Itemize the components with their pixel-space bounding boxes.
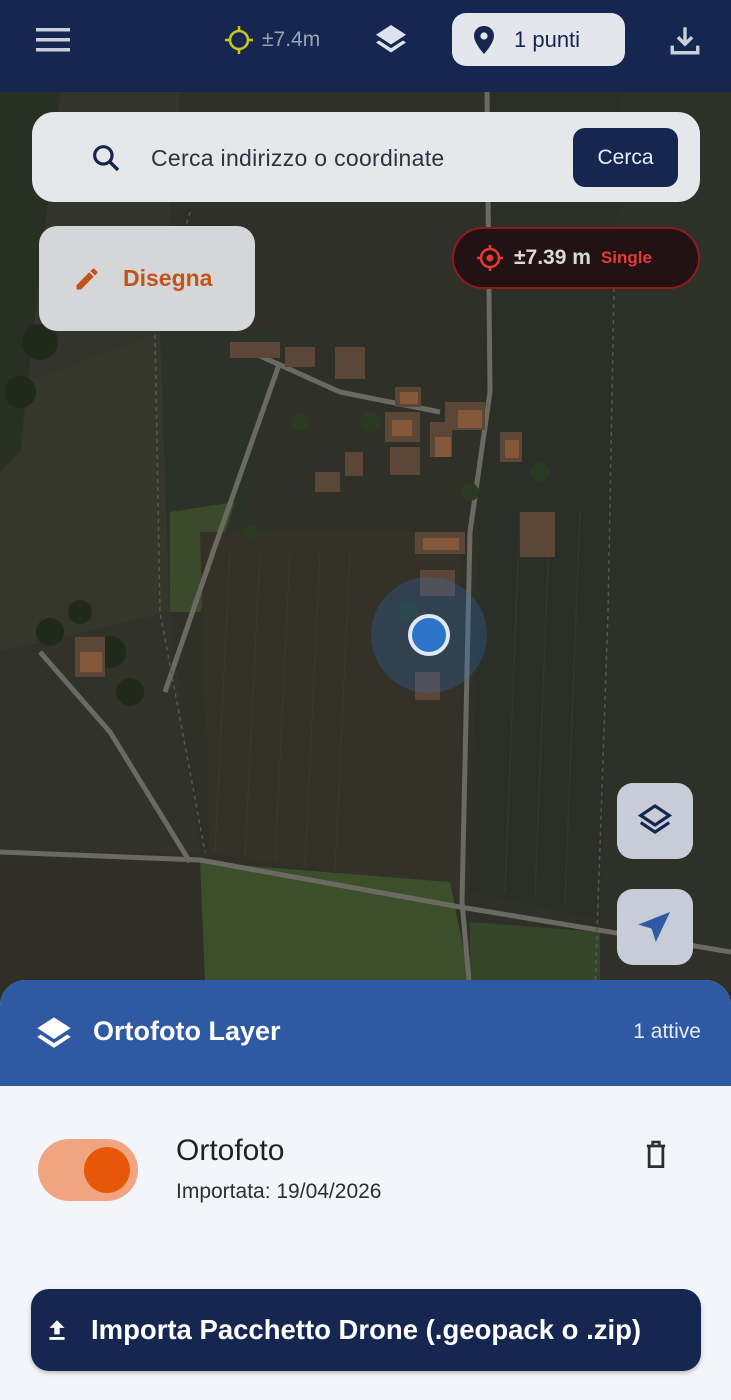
menu-icon: [36, 28, 70, 52]
app-bar: ±7.4m 1 punti: [0, 0, 731, 92]
navigation-button[interactable]: [617, 889, 693, 965]
user-location-dot: [408, 614, 450, 656]
points-button[interactable]: 1 punti: [452, 13, 625, 66]
trash-icon: [646, 1140, 666, 1168]
download-button[interactable]: [660, 16, 710, 64]
layer-item: Ortofoto Importata: 19/04/2026: [0, 1110, 731, 1220]
layers-icon: [37, 1017, 71, 1048]
import-drone-package-button[interactable]: Importa Pacchetto Drone (.geopack o .zip…: [31, 1289, 701, 1371]
search-bar: Cerca: [32, 112, 700, 202]
layers-icon: [637, 804, 673, 834]
layer-panel: Ortofoto Layer 1 attive Ortofoto Importa…: [0, 980, 731, 1400]
import-button-label: Importa Pacchetto Drone (.geopack o .zip…: [91, 1314, 642, 1345]
layers-icon: [376, 25, 406, 53]
active-layers-count: 1 attive: [633, 1020, 701, 1043]
toggle-knob: [84, 1147, 130, 1193]
gps-accuracy-chip: ±7.4m: [224, 22, 320, 58]
draw-button[interactable]: Disegna: [39, 226, 255, 331]
download-icon: [670, 27, 700, 55]
gps-accuracy-value: ±7.4m: [262, 28, 321, 51]
search-icon: [93, 145, 120, 172]
search-input[interactable]: [151, 140, 591, 176]
layer-visibility-toggle[interactable]: [38, 1139, 138, 1201]
gps-crosshair-icon: [225, 26, 253, 54]
target-icon: [477, 245, 503, 271]
accuracy-indicator: ±7.39 m Single: [452, 227, 700, 289]
delete-layer-button[interactable]: [636, 1132, 676, 1176]
search-button[interactable]: Cerca: [573, 128, 678, 187]
navigation-arrow-icon: [638, 912, 670, 942]
upload-icon: [41, 1314, 73, 1346]
location-pin-icon: [474, 25, 494, 54]
pencil-icon: [76, 268, 98, 289]
points-label: 1 punti: [514, 26, 581, 52]
draw-button-label: Disegna: [123, 265, 213, 291]
layer-name: Ortofoto: [176, 1134, 285, 1167]
layer-panel-title: Ortofoto Layer: [93, 1016, 281, 1046]
accuracy-value: ±7.39 m: [514, 246, 591, 269]
layer-import-date: Importata: 19/04/2026: [176, 1180, 382, 1203]
menu-button[interactable]: [30, 20, 78, 60]
layer-panel-header: Ortofoto Layer 1 attive: [0, 980, 731, 1086]
accuracy-mode: Single: [600, 248, 652, 267]
layers-button[interactable]: [366, 18, 416, 62]
map-layers-button[interactable]: [617, 783, 693, 859]
